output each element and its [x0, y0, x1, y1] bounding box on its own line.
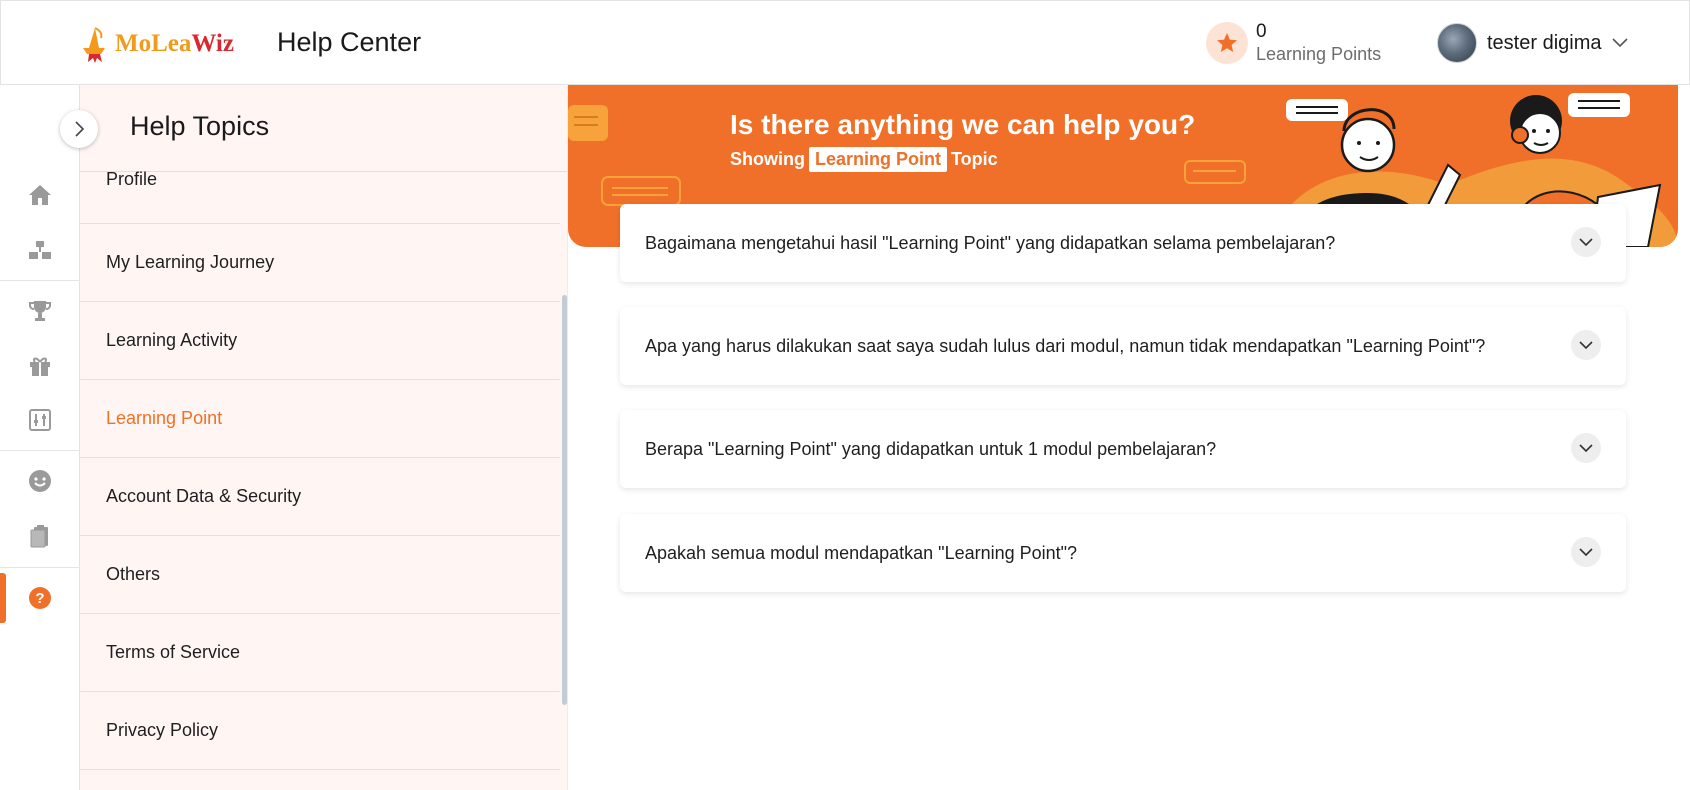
- faq-expand-button[interactable]: [1571, 537, 1601, 567]
- active-topic-chip: Learning Point: [809, 147, 947, 172]
- sliders-icon[interactable]: [26, 406, 54, 434]
- svg-text:?: ?: [35, 590, 44, 607]
- topic-item-learning-activity[interactable]: Learning Activity: [80, 302, 560, 380]
- logo-wordmark: MoLeaWiz: [115, 30, 234, 57]
- chevron-down-icon: [1579, 547, 1593, 556]
- points-label: Learning Points: [1256, 44, 1382, 64]
- avatar: [1437, 23, 1477, 63]
- user-name: tester digima: [1487, 31, 1602, 54]
- chevron-right-icon: [75, 121, 84, 137]
- chevron-down-icon: [1611, 38, 1628, 48]
- help-topics-panel: Help Topics Profile My Learning Journey …: [80, 85, 568, 790]
- rail-divider: [0, 450, 80, 451]
- topic-item-terms-of-service[interactable]: Terms of Service: [80, 614, 560, 692]
- chevron-down-icon: [1579, 443, 1593, 452]
- learning-points-widget[interactable]: 0 Learning Points: [1206, 21, 1381, 65]
- topic-item-privacy-policy[interactable]: Privacy Policy: [80, 692, 560, 770]
- banner-subtitle: Showing Learning Point Topic: [730, 147, 998, 172]
- page-title: Help Center: [277, 27, 422, 57]
- chevron-down-icon: [1579, 237, 1593, 246]
- faq-question: Berapa "Learning Point" yang didapatkan …: [645, 439, 1217, 459]
- topic-item-others[interactable]: Others: [80, 536, 560, 614]
- faq-question: Apa yang harus dilakukan saat saya sudah…: [645, 336, 1486, 356]
- rail-divider: [0, 280, 80, 281]
- topics-scrollbar[interactable]: [562, 295, 567, 705]
- clipboard-icon[interactable]: [26, 522, 54, 550]
- expand-sidebar-button[interactable]: [60, 110, 98, 148]
- home-icon[interactable]: [26, 181, 54, 209]
- banner-title: Is there anything we can help you?: [730, 109, 1196, 140]
- faq-item[interactable]: Apa yang harus dilakukan saat saya sudah…: [620, 307, 1626, 385]
- faq-item[interactable]: Bagaimana mengetahui hasil "Learning Poi…: [620, 204, 1626, 282]
- topic-item-my-learning-journey[interactable]: My Learning Journey: [80, 224, 560, 302]
- app-logo[interactable]: MoLeaWiz: [79, 23, 234, 65]
- user-menu[interactable]: tester digima: [1437, 23, 1628, 63]
- help-icon[interactable]: ?: [26, 584, 54, 612]
- faq-item[interactable]: Berapa "Learning Point" yang didapatkan …: [620, 410, 1626, 488]
- smiley-icon[interactable]: [26, 467, 54, 495]
- topic-item-profile[interactable]: Profile: [80, 85, 560, 224]
- topic-item-account-data-security[interactable]: Account Data & Security: [80, 458, 560, 536]
- gift-icon[interactable]: [26, 352, 54, 380]
- topic-item-learning-point[interactable]: Learning Point: [80, 380, 560, 458]
- faq-item[interactable]: Apakah semua modul mendapatkan "Learning…: [620, 514, 1626, 592]
- points-value: 0: [1256, 21, 1267, 42]
- top-header: MoLeaWiz Help Center 0 Learning Points t…: [0, 0, 1690, 85]
- hierarchy-icon[interactable]: [26, 236, 54, 264]
- faq-question: Bagaimana mengetahui hasil "Learning Poi…: [645, 233, 1336, 253]
- faq-expand-button[interactable]: [1571, 227, 1601, 257]
- icon-rail: ?: [0, 85, 80, 790]
- rail-active-indicator: [0, 573, 6, 623]
- faq-question: Apakah semua modul mendapatkan "Learning…: [645, 543, 1078, 563]
- faq-expand-button[interactable]: [1571, 433, 1601, 463]
- wizard-logo-icon: [83, 27, 105, 63]
- trophy-icon[interactable]: [26, 297, 54, 325]
- rail-divider: [0, 567, 80, 568]
- star-icon: [1206, 22, 1248, 64]
- chevron-down-icon: [1579, 340, 1593, 349]
- faq-expand-button[interactable]: [1571, 330, 1601, 360]
